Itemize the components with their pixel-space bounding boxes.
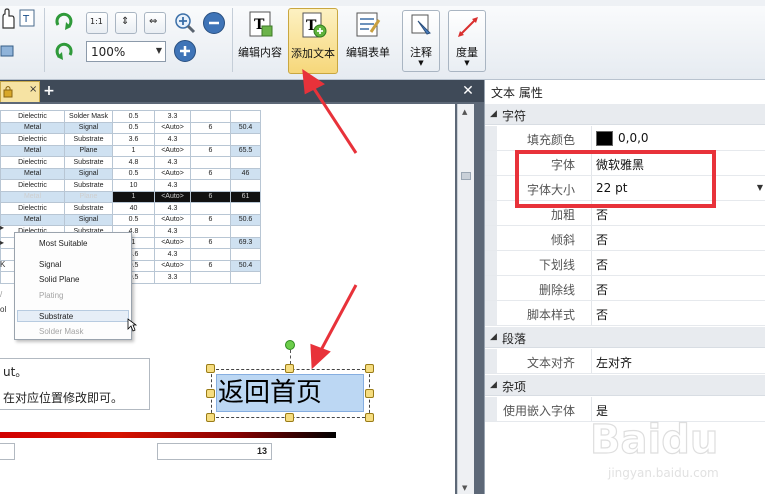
annotation-arrows — [302, 68, 358, 370]
arrow-to-add-text — [302, 68, 358, 154]
arrow-to-text-object — [310, 284, 358, 370]
